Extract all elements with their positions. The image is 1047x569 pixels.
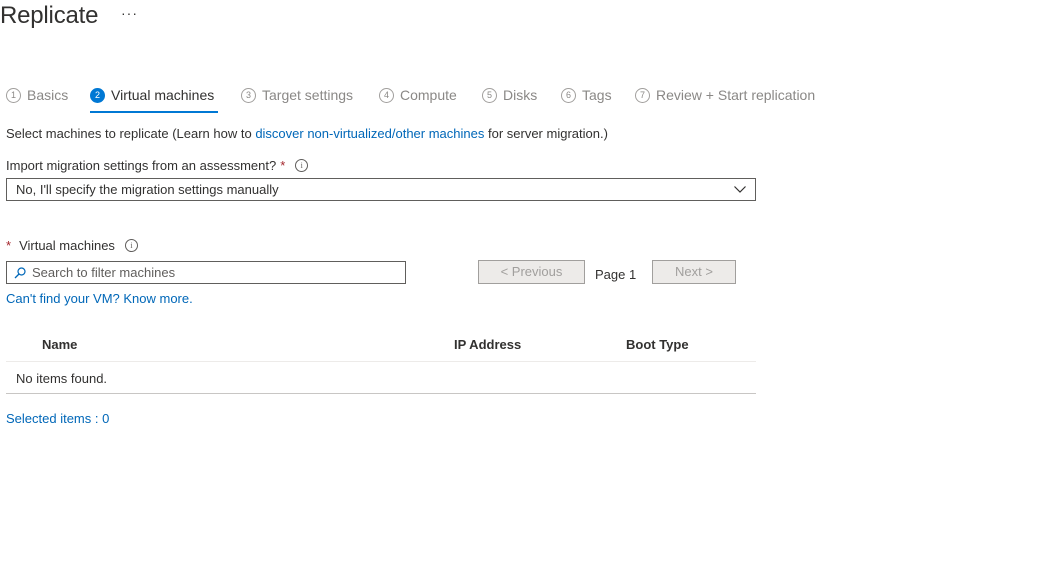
previous-page-button[interactable]: < Previous <box>478 260 585 284</box>
info-icon[interactable]: i <box>295 159 309 172</box>
step-number: 6 <box>561 87 576 103</box>
active-step-indicator <box>90 111 218 113</box>
required-marker: * <box>6 238 12 253</box>
step-virtual-machines[interactable]: 2 Virtual machines <box>90 84 214 106</box>
step-label: Virtual machines <box>111 87 215 103</box>
step-number: 4 <box>379 87 394 103</box>
search-input[interactable] <box>32 265 382 280</box>
intro-suffix: for server migration.) <box>484 126 608 141</box>
import-settings-dropdown[interactable]: No, I'll specify the migration settings … <box>6 178 756 201</box>
filter-machines-search[interactable] <box>6 261 406 284</box>
selected-items-link[interactable]: Selected items : 0 <box>6 411 109 426</box>
import-label-text: Import migration settings from an assess… <box>6 158 277 173</box>
virtual-machines-label: * Virtual machines i <box>6 238 138 253</box>
table-header: Name IP Address Boot Type <box>6 330 756 362</box>
table-empty-row: No items found. <box>6 362 756 394</box>
step-review-start-replication[interactable]: 7 Review + Start replication <box>635 84 815 106</box>
next-page-button[interactable]: Next > <box>652 260 736 284</box>
page-indicator: Page 1 <box>595 267 637 282</box>
required-marker: * <box>280 158 286 173</box>
dropdown-selected-value: No, I'll specify the migration settings … <box>16 182 279 197</box>
info-icon[interactable]: i <box>124 239 138 252</box>
column-header-ip-address[interactable]: IP Address <box>454 337 521 352</box>
cant-find-vm-link[interactable]: Can't find your VM? Know more. <box>6 291 193 306</box>
step-label: Tags <box>582 87 612 103</box>
step-label: Target settings <box>262 87 354 103</box>
step-basics[interactable]: 1 Basics <box>6 84 68 106</box>
import-settings-label: Import migration settings from an assess… <box>6 158 309 173</box>
page-title: Replicate <box>0 2 99 29</box>
step-label: Basics <box>27 87 69 103</box>
step-disks[interactable]: 5 Disks <box>482 84 537 106</box>
step-number: 2 <box>90 87 105 103</box>
vm-label-text: Virtual machines <box>19 238 115 253</box>
search-icon <box>14 266 26 278</box>
intro-prefix: Select machines to replicate (Learn how … <box>6 126 256 141</box>
step-number: 7 <box>635 87 650 103</box>
step-label: Disks <box>503 87 538 103</box>
step-compute[interactable]: 4 Compute <box>379 84 457 106</box>
step-label: Compute <box>400 87 457 103</box>
step-target-settings[interactable]: 3 Target settings <box>241 84 353 106</box>
discover-machines-link[interactable]: discover non-virtualized/other machines <box>255 126 484 141</box>
step-label: Review + Start replication <box>656 87 816 103</box>
step-number: 3 <box>241 87 256 103</box>
intro-text: Select machines to replicate (Learn how … <box>6 126 608 141</box>
empty-message: No items found. <box>16 371 108 386</box>
step-tags[interactable]: 6 Tags <box>561 84 612 106</box>
chevron-down-icon <box>734 186 746 193</box>
step-number: 1 <box>6 87 21 103</box>
column-header-boot-type[interactable]: Boot Type <box>626 337 689 352</box>
step-number: 5 <box>482 87 497 103</box>
column-header-name[interactable]: Name <box>42 337 77 352</box>
more-options-button[interactable]: ··· <box>121 5 138 21</box>
